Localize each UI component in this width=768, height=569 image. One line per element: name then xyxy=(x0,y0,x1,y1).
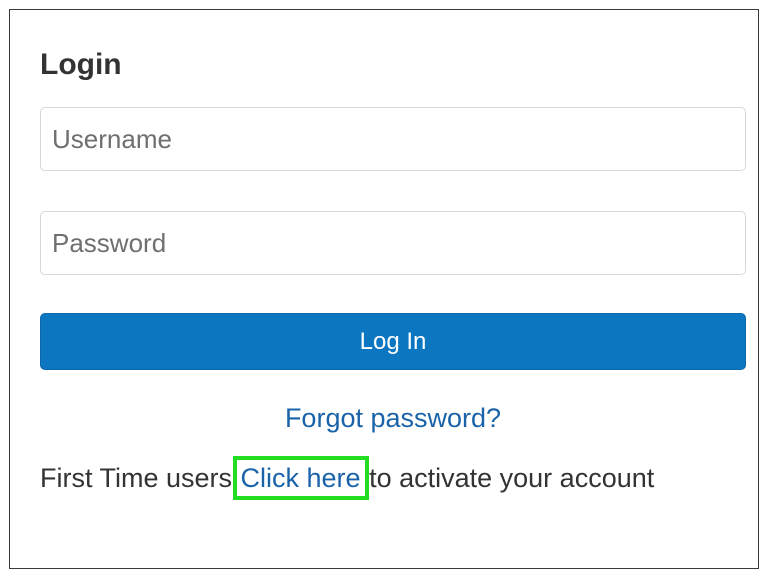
first-time-prefix: First Time users xyxy=(40,463,240,493)
activate-account-link[interactable]: Click here xyxy=(232,456,369,500)
login-title: Login xyxy=(40,48,122,81)
username-input[interactable] xyxy=(40,107,746,171)
password-input[interactable] xyxy=(40,211,746,275)
first-time-suffix: to activate your account xyxy=(361,463,655,493)
login-button[interactable]: Log In xyxy=(40,313,746,370)
forgot-password-link[interactable]: Forgot password? xyxy=(0,403,768,434)
first-time-users-text: First Time users Click here to activate … xyxy=(40,456,655,500)
